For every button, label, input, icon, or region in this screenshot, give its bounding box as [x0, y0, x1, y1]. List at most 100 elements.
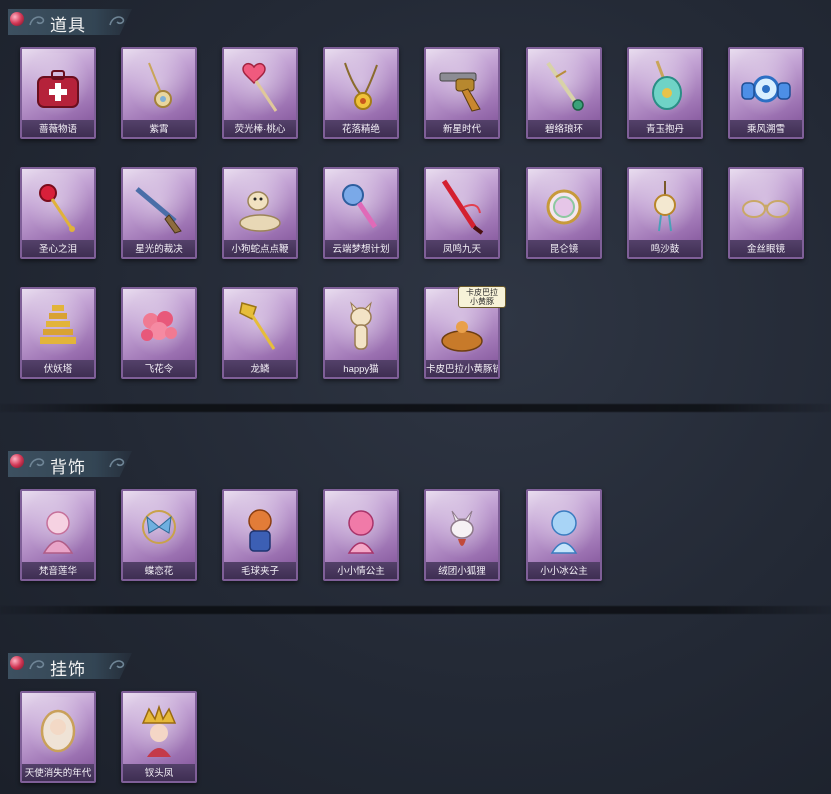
item-card[interactable]: 毛球夹子 [222, 489, 298, 581]
item-card[interactable]: 蔷薇物语 [20, 47, 96, 139]
item-card[interactable]: 梵音莲华 [20, 489, 96, 581]
item-card[interactable]: 鸣沙鼓 [627, 167, 703, 259]
phoenix-blade-icon [441, 179, 484, 235]
section-title: 道具 [50, 16, 86, 35]
item-name: 青玉抱丹 [645, 124, 684, 135]
snow-gear-icon [741, 75, 791, 103]
angel-portrait-icon [40, 709, 76, 753]
pink-princess-icon [347, 510, 375, 554]
section-header-back-accessories: 背饰 [8, 451, 132, 477]
item-card[interactable]: 伏妖塔 [20, 287, 96, 379]
item-card[interactable]: 昆仑镜 [526, 167, 602, 259]
item-card[interactable]: 金丝眼镜 [728, 167, 804, 259]
raccoon-doll-icon [248, 509, 272, 552]
gem-icon [10, 656, 24, 670]
butterfly-ornament-icon [142, 510, 176, 544]
section-header-pendants: 挂饰 [8, 653, 132, 679]
item-card[interactable]: 蝶恋花 [121, 489, 197, 581]
pagoda-icon [40, 305, 76, 344]
section-title: 背饰 [50, 458, 86, 477]
item-name: 蔷薇物语 [38, 124, 77, 135]
item-card[interactable]: 新星时代 [424, 47, 500, 139]
item-card[interactable]: 天使消失的年代 [20, 691, 96, 783]
item-name: happy猫 [343, 364, 379, 375]
item-name: 蝶恋花 [144, 566, 174, 577]
item-name: 钗头凤 [144, 768, 174, 779]
item-card[interactable]: 绒团小狐狸 [424, 489, 500, 581]
item-card[interactable]: happy猫 [323, 287, 399, 379]
item-name: 荧光棒·桃心 [234, 124, 286, 135]
swirl-icon [109, 16, 125, 26]
golden-shovel-icon [239, 302, 276, 350]
item-name: 毛球夹子 [240, 566, 279, 577]
item-name: 云端梦想计划 [332, 244, 390, 255]
swirl-icon [29, 458, 45, 468]
item-name: 伏妖塔 [43, 364, 73, 375]
item-name: 花落精绝 [341, 124, 380, 135]
swirl-icon [109, 458, 125, 468]
item-name: 乘风溯雪 [746, 124, 785, 135]
item-card[interactable]: 青玉抱丹 [627, 47, 703, 139]
item-card[interactable]: 云端梦想计划 [323, 167, 399, 259]
heart-wand-icon [242, 63, 278, 112]
item-card[interactable]: 钗头凤 [121, 691, 197, 783]
item-name: 星光的裁决 [135, 244, 183, 255]
section-title: 挂饰 [50, 660, 86, 679]
item-name: 金丝眼镜 [746, 244, 785, 255]
item-card[interactable]: 龙鳞 [222, 287, 298, 379]
mirror-icon [546, 189, 582, 225]
item-card[interactable]: 紫霄 [121, 47, 197, 139]
flower-pendant-icon [344, 62, 378, 110]
item-name: 小小冰公主 [540, 566, 588, 577]
jade-vase-icon [652, 60, 682, 110]
jade-blade-icon [546, 61, 584, 111]
fox-doll-icon [450, 510, 474, 546]
lotus-doll-icon [42, 511, 74, 554]
item-card[interactable]: 乘风溯雪 [728, 47, 804, 139]
item-name: 碧络琅环 [544, 124, 583, 135]
item-name: 昆仑镜 [549, 244, 579, 255]
item-badge: 卡皮巴拉 小黄豚 [458, 286, 506, 308]
item-card[interactable]: 碧络琅环 [526, 47, 602, 139]
item-card[interactable]: 花落精绝 [323, 47, 399, 139]
drum-charm-icon [654, 181, 676, 232]
item-name: 圣心之泪 [38, 244, 77, 255]
item-card[interactable]: 飞花令 [121, 287, 197, 379]
item-name: 新星时代 [442, 124, 481, 135]
medkit-icon [37, 70, 79, 108]
item-name: 凤鸣九天 [442, 244, 481, 255]
swirl-icon [29, 660, 45, 670]
gem-icon [10, 12, 24, 26]
ice-princess-icon [550, 510, 578, 554]
swirl-icon [29, 16, 45, 26]
item-card[interactable]: 凤鸣九天 [424, 167, 500, 259]
snake-whip-icon [239, 191, 281, 232]
item-card[interactable]: 荧光棒·桃心 [222, 47, 298, 139]
item-name: 小小情公主 [337, 566, 385, 577]
ruby-scepter-icon [39, 184, 75, 232]
pendant-icon [148, 62, 172, 108]
section-divider [0, 606, 831, 614]
happy-cat-icon [350, 301, 372, 350]
item-name: 绒团小狐狸 [438, 566, 486, 577]
item-card[interactable]: 小狗蛇点点鞭 [222, 167, 298, 259]
item-name: 卡皮巴拉小黄豚铲 [426, 364, 498, 375]
item-name: 龙鳞 [250, 364, 270, 375]
cloud-wand-icon [342, 184, 378, 229]
item-name: 天使消失的年代 [24, 768, 92, 779]
rifle-icon [135, 187, 182, 234]
item-name: 鸣沙鼓 [650, 244, 680, 255]
item-card[interactable]: 小小情公主 [323, 489, 399, 581]
phoenix-crown-icon [141, 704, 177, 757]
section-header-props: 道具 [8, 9, 132, 35]
item-name: 飞花令 [144, 364, 174, 375]
revolver-icon [439, 72, 481, 112]
item-card[interactable]: 星光的裁决 [121, 167, 197, 259]
flower-bouquet-icon [141, 311, 177, 341]
item-name: 小狗蛇点点鞭 [231, 244, 289, 255]
item-name: 梵音莲华 [38, 566, 77, 577]
item-card[interactable]: 圣心之泪 [20, 167, 96, 259]
item-card[interactable]: 小小冰公主 [526, 489, 602, 581]
section-divider [0, 404, 831, 412]
item-name: 紫霄 [149, 124, 169, 135]
